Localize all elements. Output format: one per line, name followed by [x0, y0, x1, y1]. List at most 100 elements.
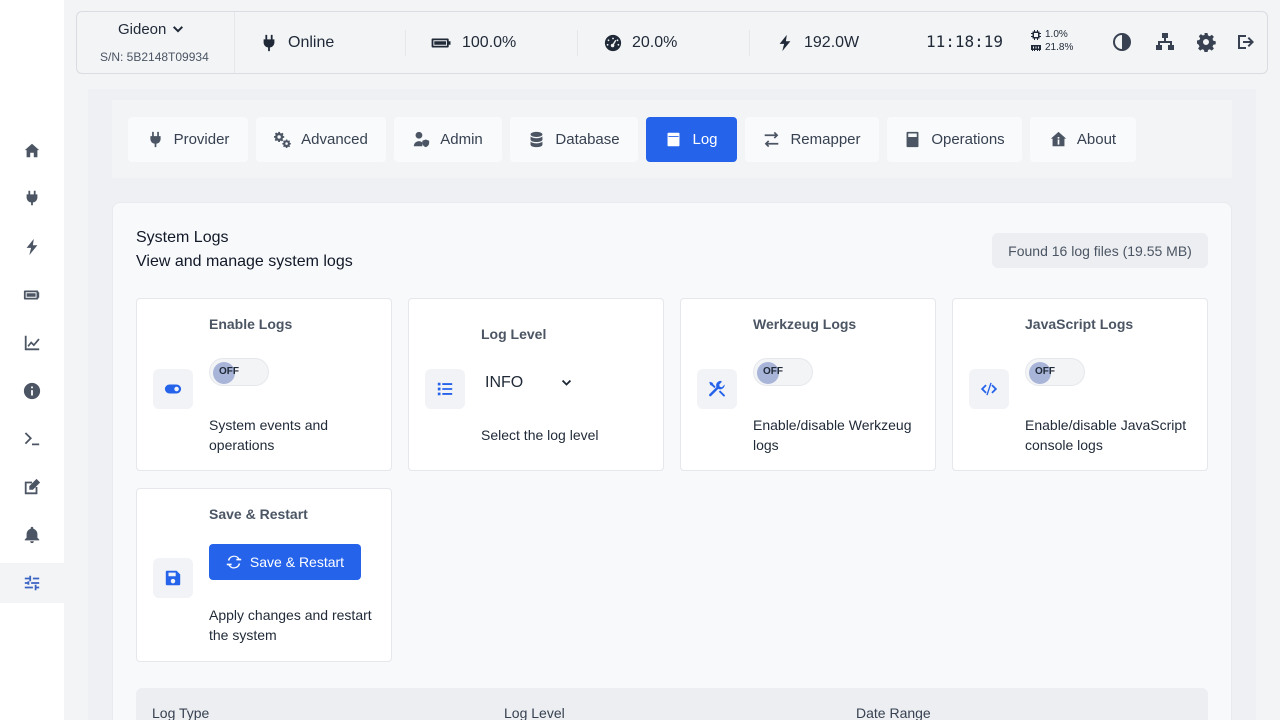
logout-icon	[1238, 35, 1254, 49]
contrast-icon	[1113, 33, 1131, 51]
toggle-state-label: OFF	[763, 366, 783, 377]
tab-about[interactable]: About	[1030, 117, 1136, 162]
battery-stat: 100.0%	[431, 12, 516, 73]
card-description: Select the log level	[481, 427, 599, 443]
card-icon-box	[969, 369, 1009, 409]
card-description: System events and operations	[209, 417, 329, 453]
load-value: 20.0%	[632, 33, 678, 51]
javascript-logs-card: JavaScript Logs OFF Enable/disable JavaS…	[952, 298, 1208, 471]
card-icon-box	[153, 558, 193, 598]
plug-icon	[263, 34, 275, 51]
enable-logs-toggle[interactable]: OFF	[209, 358, 269, 386]
save-icon	[165, 570, 181, 586]
battery-value: 100.0%	[462, 33, 517, 51]
resource-usage: 1.0% 21.8%	[1031, 28, 1073, 54]
toggle-on-icon	[164, 384, 182, 394]
device-serial: S/N: 5B2148T09934	[100, 50, 209, 64]
theme-toggle-button[interactable]	[1112, 32, 1132, 52]
enable-logs-card: Enable Logs OFF System events and operat…	[136, 298, 392, 471]
panel-subtitle: View and manage system logs	[136, 253, 353, 270]
tab-label: Provider	[173, 131, 230, 148]
battery-icon	[431, 38, 451, 47]
gauge-icon	[604, 34, 622, 51]
cpu-icon	[1031, 29, 1041, 40]
status-text: Online	[288, 33, 335, 51]
clock: 11:18:19	[926, 32, 1004, 51]
sidebar-item-settings[interactable]	[0, 563, 64, 603]
battery-icon	[23, 290, 40, 300]
load-stat: 20.0%	[604, 12, 677, 73]
toggle-state-label: OFF	[219, 366, 239, 377]
panel-title: System Logs	[136, 229, 229, 246]
save-restart-button[interactable]: Save & Restart	[209, 544, 361, 580]
edit-icon	[24, 478, 41, 495]
divider	[577, 30, 578, 56]
settings-button[interactable]	[1196, 32, 1216, 53]
info-icon	[23, 382, 41, 400]
memory-icon	[1031, 44, 1041, 51]
list-icon	[437, 382, 453, 396]
log-filter-bar	[136, 688, 1208, 720]
logout-button[interactable]	[1236, 32, 1256, 52]
tab-admin[interactable]: Admin	[394, 117, 502, 162]
network-button[interactable]	[1155, 32, 1175, 52]
user-shield-icon	[414, 131, 430, 148]
sync-icon	[226, 555, 242, 569]
card-title: Log Level	[481, 326, 547, 342]
tab-remapper[interactable]: Remapper	[745, 117, 879, 162]
cpu-usage: 1.0%	[1031, 28, 1073, 41]
tab-label: Database	[555, 131, 620, 148]
tab-label: Log	[692, 131, 718, 148]
tab-operations[interactable]: Operations	[887, 117, 1022, 162]
sidebar-item-battery[interactable]	[0, 275, 64, 315]
card-description: Apply changes and restart the system	[209, 607, 372, 643]
filter-date-range-label: Date Range	[856, 705, 931, 720]
log-level-value: INFO	[485, 374, 524, 391]
network-icon	[1156, 33, 1174, 50]
chevron-down-icon	[562, 379, 572, 386]
tab-advanced[interactable]: Advanced	[256, 117, 386, 162]
sidebar-item-home[interactable]	[0, 131, 64, 171]
tab-provider[interactable]: Provider	[128, 117, 248, 162]
file-icon	[668, 132, 680, 147]
card-icon-box	[697, 369, 737, 409]
plug-icon	[149, 131, 161, 148]
top-status-bar: Gideon S/N: 5B2148T09934 Online 100.0% 2…	[76, 11, 1268, 74]
device-selector[interactable]: Gideon S/N: 5B2148T09934	[77, 12, 235, 73]
device-name: Gideon	[118, 21, 167, 38]
sidebar-item-chart[interactable]	[0, 323, 64, 363]
sidebar-item-notifications[interactable]	[0, 515, 64, 555]
bolt-icon	[26, 238, 38, 256]
sidebar	[0, 0, 64, 720]
memory-value: 21.8%	[1045, 42, 1074, 53]
log-files-count-badge: Found 16 log files (19.55 MB)	[992, 233, 1208, 268]
memory-usage: 21.8%	[1031, 41, 1073, 54]
sidebar-item-power[interactable]	[0, 227, 64, 267]
sidebar-item-info[interactable]	[0, 371, 64, 411]
tab-database[interactable]: Database	[510, 117, 638, 162]
sliders-icon	[24, 575, 40, 591]
log-level-select[interactable]: INFO	[481, 371, 581, 395]
cogs-icon	[274, 131, 291, 148]
chart-line-icon	[24, 335, 40, 351]
tab-label: Remapper	[790, 131, 861, 148]
chevron-down-icon	[173, 25, 184, 32]
sidebar-item-edit[interactable]	[0, 467, 64, 507]
code-icon	[980, 382, 998, 396]
home-icon	[24, 143, 40, 158]
card-title: Enable Logs	[209, 316, 293, 332]
exchange-icon	[765, 131, 779, 148]
tab-log[interactable]: Log	[646, 117, 737, 162]
filter-log-type-label: Log Type	[152, 705, 210, 720]
bolt-icon	[779, 34, 791, 51]
bell-icon	[24, 526, 40, 544]
sidebar-item-plug[interactable]	[0, 178, 64, 218]
javascript-logs-toggle[interactable]: OFF	[1025, 358, 1085, 386]
sidebar-item-terminal[interactable]	[0, 419, 64, 459]
card-icon-box	[425, 369, 465, 409]
device-name-dropdown[interactable]: Gideon	[118, 21, 184, 38]
tab-label: Advanced	[301, 131, 368, 148]
database-icon	[530, 131, 543, 148]
werkzeug-logs-toggle[interactable]: OFF	[753, 358, 813, 386]
toggle-state-label: OFF	[1035, 366, 1055, 377]
